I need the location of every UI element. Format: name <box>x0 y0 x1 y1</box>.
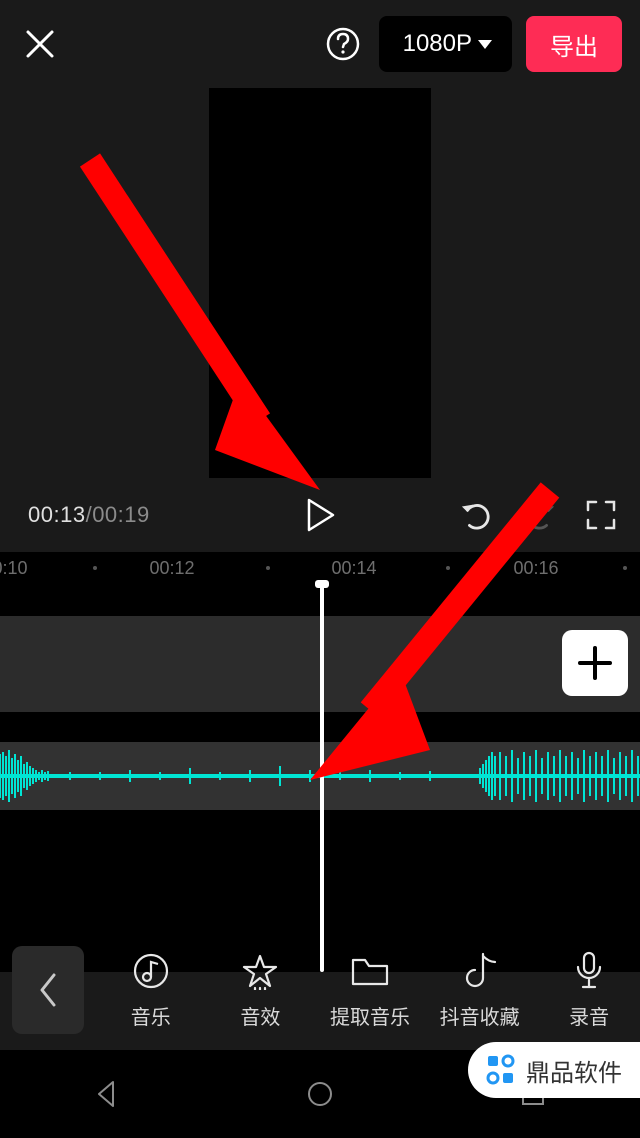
timecode-display: 00:13/00:19 <box>28 502 150 528</box>
video-preview-area <box>0 88 640 478</box>
watermark-badge: 鼎品软件 <box>468 1042 640 1098</box>
watermark-logo-icon <box>482 1052 518 1088</box>
watermark-text: 鼎品软件 <box>526 1053 622 1088</box>
tool-label: 音乐 <box>131 1001 171 1030</box>
ruler-dot <box>623 566 627 570</box>
star-sound-icon <box>240 951 280 991</box>
tool-extract-music[interactable]: 提取音乐 <box>319 951 421 1030</box>
current-time: 00:13 <box>28 502 86 527</box>
help-button[interactable] <box>321 22 365 66</box>
ruler-dot <box>266 566 270 570</box>
toolbar-back-button[interactable] <box>12 946 84 1034</box>
playhead[interactable] <box>320 584 324 972</box>
resolution-selector[interactable]: 1080P <box>379 16 512 72</box>
total-time: 00:19 <box>92 502 150 527</box>
video-preview[interactable] <box>209 88 431 478</box>
tool-sound-effect[interactable]: 音效 <box>210 951 312 1030</box>
play-button[interactable] <box>298 493 342 537</box>
ruler-tick: 00:12 <box>149 558 194 579</box>
ruler-tick: 00:14 <box>331 558 376 579</box>
resolution-label: 1080P <box>403 30 472 58</box>
tool-label: 抖音收藏 <box>440 1001 520 1030</box>
redo-button[interactable] <box>522 498 556 532</box>
tool-record[interactable]: 录音 <box>538 951 640 1030</box>
nav-home-button[interactable] <box>298 1072 342 1116</box>
folder-icon <box>350 951 390 991</box>
tool-label: 提取音乐 <box>330 1001 410 1030</box>
chevron-down-icon <box>478 40 492 49</box>
tool-label: 录音 <box>569 1001 609 1030</box>
close-button[interactable] <box>18 22 62 66</box>
tool-label: 音效 <box>240 1001 280 1030</box>
ruler-dot <box>446 566 450 570</box>
mic-icon <box>569 951 609 991</box>
export-button[interactable]: 导出 <box>526 16 622 72</box>
nav-back-button[interactable] <box>85 1072 129 1116</box>
douyin-icon <box>460 951 500 991</box>
tool-music[interactable]: 音乐 <box>100 951 202 1030</box>
add-clip-button[interactable] <box>562 630 628 696</box>
ruler-dot <box>93 566 97 570</box>
ruler-tick: 0:10 <box>0 558 28 579</box>
music-note-icon <box>131 951 171 991</box>
tool-douyin-favorites[interactable]: 抖音收藏 <box>429 951 531 1030</box>
export-label: 导出 <box>550 27 598 62</box>
ruler-tick: 00:16 <box>513 558 558 579</box>
fullscreen-button[interactable] <box>584 498 618 532</box>
timeline[interactable]: 0:10 00:12 00:14 00:16 <box>0 552 640 972</box>
undo-button[interactable] <box>460 498 494 532</box>
